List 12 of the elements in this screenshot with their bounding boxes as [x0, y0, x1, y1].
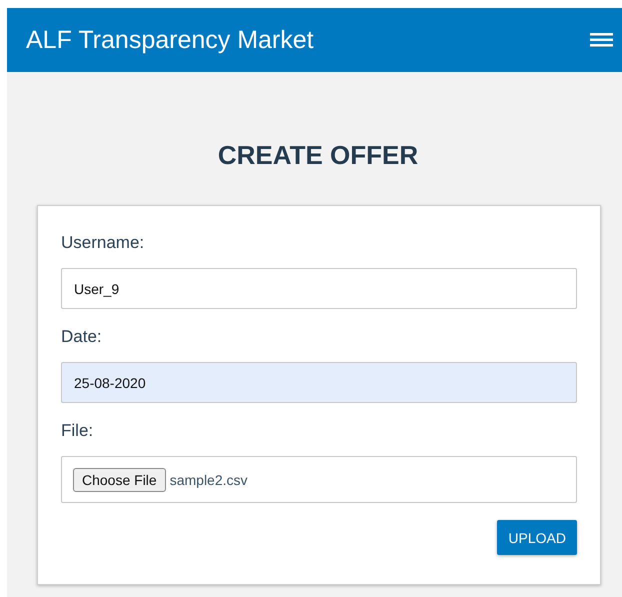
- app-title: ALF Transparency Market: [26, 26, 314, 54]
- field-label: Username:: [61, 233, 146, 253]
- input-field[interactable]: 25-08-2020: [61, 362, 577, 403]
- file-name: sample2.csv: [170, 472, 248, 488]
- field-label: File:: [61, 421, 94, 441]
- file-field[interactable]: Choose File sample2.csv: [61, 456, 577, 503]
- page-heading: CREATE OFFER: [216, 140, 420, 171]
- upload-button[interactable]: UPLOAD: [497, 520, 577, 555]
- choose-file-button[interactable]: Choose File: [73, 468, 166, 492]
- menu-icon[interactable]: [590, 33, 613, 47]
- field-label: Date:: [61, 327, 103, 347]
- input-field[interactable]: User_9: [61, 268, 577, 309]
